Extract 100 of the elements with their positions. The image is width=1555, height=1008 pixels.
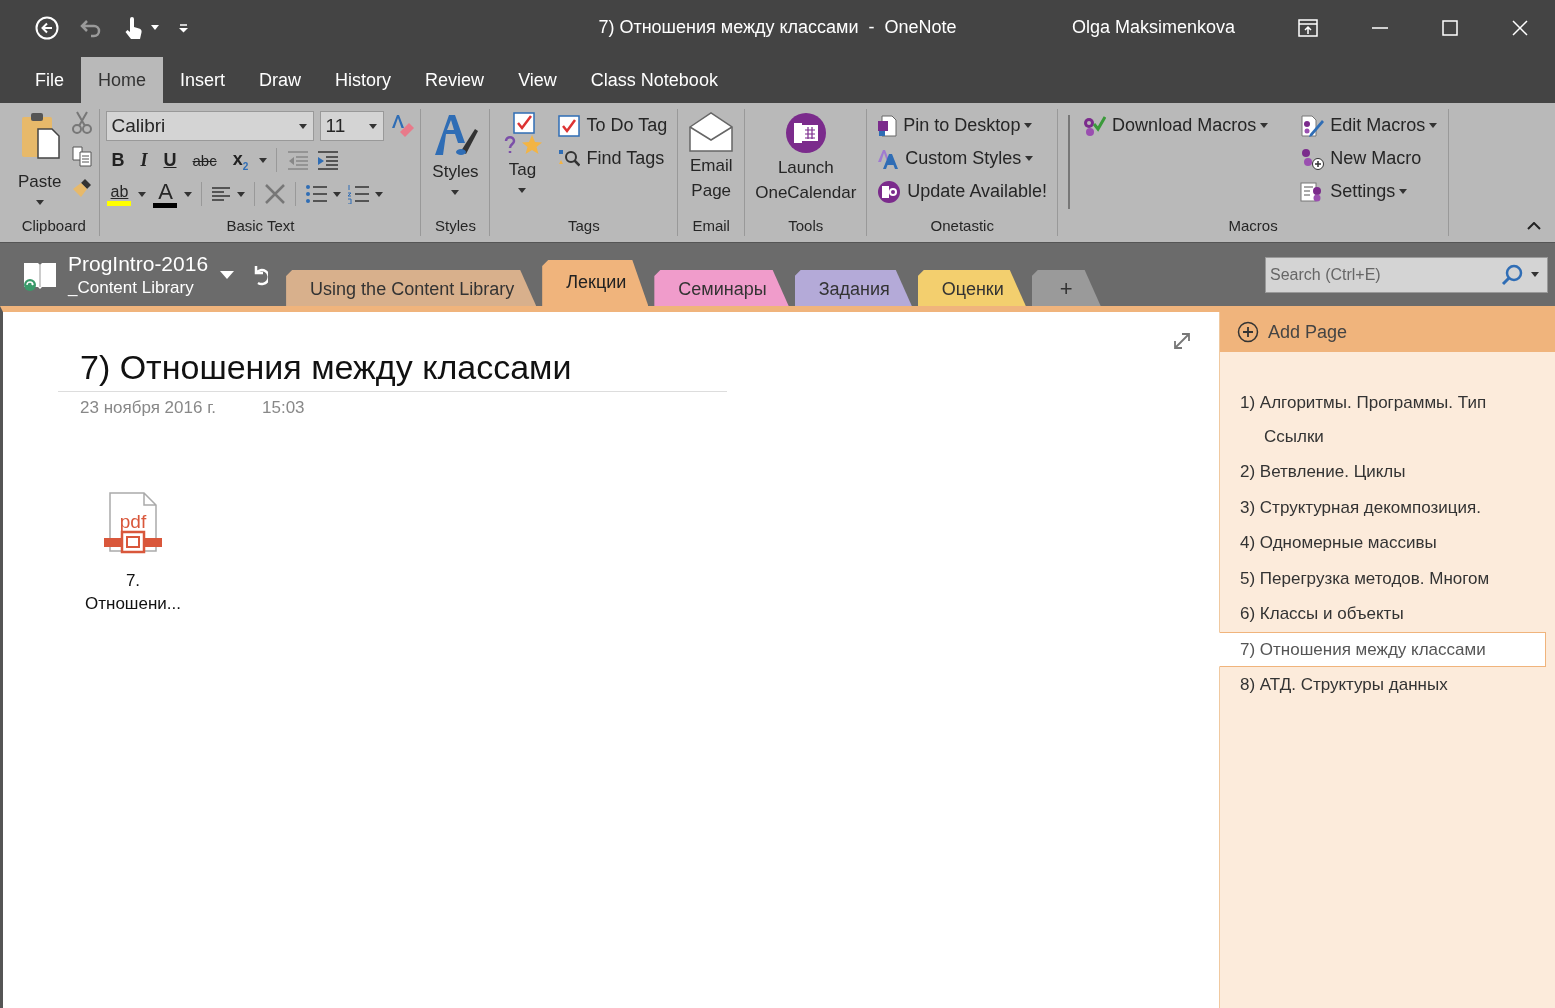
align-icon[interactable] <box>211 186 232 202</box>
customize-icon[interactable] <box>179 22 188 33</box>
caret-icon[interactable] <box>138 191 147 197</box>
section-tab[interactable]: Оценки <box>917 270 1026 306</box>
ribbon-button[interactable]: Settings <box>1296 175 1442 208</box>
ribbon-button[interactable]: Launch OneCalendar <box>751 109 861 207</box>
page-list-item[interactable]: 7) Отношения между классами <box>1219 631 1546 667</box>
menu-tab[interactable]: Class Notebook <box>573 57 735 103</box>
menu-tab[interactable]: History <box>318 57 409 103</box>
envelope-icon <box>688 111 735 153</box>
menu-tab[interactable]: Review <box>408 57 502 103</box>
ribbon-button[interactable]: Edit Macros <box>1296 109 1442 142</box>
menu-tab[interactable]: Insert <box>163 57 243 103</box>
caret-icon[interactable] <box>151 25 159 30</box>
section-tab[interactable]: Семинары <box>654 270 789 306</box>
menu-tab[interactable]: Draw <box>242 57 319 103</box>
indent-icon[interactable] <box>316 150 341 170</box>
caret-icon[interactable] <box>259 157 268 163</box>
paste-button[interactable]: Paste <box>14 109 66 217</box>
chevron-up-icon[interactable] <box>1527 222 1541 230</box>
document-icon <box>877 114 898 137</box>
ribbon-button[interactable]: Email Page <box>684 109 739 205</box>
page-list-item[interactable]: 5) Перегрузка методов. Многом <box>1219 560 1546 596</box>
page-list-item[interactable]: 3) Структурная декомпозиция. <box>1219 489 1546 525</box>
close-icon[interactable] <box>1512 19 1528 36</box>
back-icon[interactable] <box>35 15 59 40</box>
ribbon-button[interactable]: To Do Tag <box>554 109 672 142</box>
maximize-icon[interactable] <box>1442 19 1458 36</box>
numbered-list-icon[interactable] <box>347 184 370 204</box>
ribbon-button[interactable]: Update Available! <box>873 175 1052 208</box>
ribbon-button[interactable]: Styles <box>427 109 484 197</box>
add-section-tab[interactable]: + <box>1031 270 1101 306</box>
group-label: Basic Text <box>225 217 296 236</box>
italic-button[interactable]: I <box>135 149 153 171</box>
font-name-field[interactable]: Calibri <box>106 111 315 141</box>
gears-check-icon <box>1082 114 1107 137</box>
page-date: 23 ноября 2016 г. <box>80 398 216 418</box>
font-size-field[interactable]: 11 <box>320 111 385 141</box>
group-label: Tags <box>567 217 601 236</box>
expand-icon[interactable] <box>1173 332 1191 350</box>
caret-icon[interactable] <box>220 270 235 279</box>
page-list-item[interactable]: 6) Классы и объекты <box>1219 596 1546 632</box>
caret-icon[interactable] <box>299 123 308 129</box>
attachment-name[interactable]: 7. <box>125 571 141 591</box>
group-label: Styles <box>434 217 477 236</box>
brush-icon[interactable] <box>71 177 94 199</box>
gear-plus-icon <box>1300 147 1325 170</box>
underline-button[interactable]: U <box>158 149 182 171</box>
notebook-name[interactable]: ProgIntro-2016 <box>68 251 209 276</box>
subscript-button[interactable]: x$_{2}$ <box>227 148 254 172</box>
page-time: 15:03 <box>262 398 305 418</box>
section-tab[interactable]: Using the Content Library <box>286 270 537 306</box>
add-circle-icon <box>1237 321 1259 343</box>
search-box[interactable]: Search (Ctrl+E) <box>1265 256 1548 293</box>
window-title: 7) Отношения между классами - OneNote <box>598 17 957 38</box>
section-tab[interactable]: Лекции <box>542 260 649 306</box>
ribbon-button[interactable]: Download Macros <box>1078 109 1273 142</box>
caret-icon[interactable] <box>1531 272 1539 277</box>
attachment-name[interactable]: Отношени... <box>85 594 181 614</box>
ribbon-button[interactable]: Tag <box>496 109 549 195</box>
minimize-icon[interactable] <box>1372 26 1388 29</box>
menu-tab[interactable]: View <box>501 57 574 103</box>
ribbon-button[interactable]: Pin to Desktop <box>873 109 1052 142</box>
style-icon <box>877 147 900 170</box>
caret-icon[interactable] <box>333 191 342 197</box>
eraser-icon[interactable] <box>390 114 415 138</box>
page-list-item[interactable]: 1) Алгоритмы. Программы. Тип Ссылки <box>1219 385 1546 454</box>
bullet-list-icon[interactable] <box>305 184 328 204</box>
section-tab[interactable]: Задания <box>794 270 912 306</box>
caret-icon[interactable] <box>184 191 193 197</box>
bold-button[interactable]: B <box>106 149 130 171</box>
group-label: Clipboard <box>20 217 87 236</box>
ribbon-button[interactable]: New Macro <box>1296 142 1442 175</box>
strikethrough-button[interactable]: abc <box>187 151 222 169</box>
plugin-icon <box>877 179 902 204</box>
caret-icon[interactable] <box>369 123 378 129</box>
ribbon-button[interactable]: Custom Styles <box>873 142 1052 175</box>
copy-icon[interactable] <box>71 145 94 167</box>
page-pencil-icon <box>1300 114 1325 137</box>
add-page-button[interactable]: Add Page <box>1220 312 1555 352</box>
ribbon-button[interactable]: Find Tags <box>554 142 672 175</box>
highlight-button[interactable]: ab <box>106 182 133 206</box>
group-label: Tools <box>787 217 825 236</box>
undo-icon[interactable] <box>79 17 103 38</box>
back-arrow-icon[interactable] <box>252 263 269 286</box>
ribbon-display-icon[interactable] <box>1298 18 1318 37</box>
page-list-item[interactable]: 8) АТД. Структуры данных <box>1219 667 1546 703</box>
calendar-icon <box>783 111 828 155</box>
font-color-button[interactable]: A <box>152 180 179 208</box>
search-field[interactable]: Search (Ctrl+E) <box>1268 264 1493 285</box>
menu-tab[interactable]: File <box>18 57 81 103</box>
menu-tab[interactable]: Home <box>81 57 164 103</box>
caret-icon[interactable] <box>237 191 246 197</box>
page-list-item[interactable]: 2) Ветвление. Циклы <box>1219 454 1546 490</box>
caret-icon[interactable] <box>375 191 384 197</box>
notebook-subtitle[interactable]: _Content Library <box>68 277 209 298</box>
page-list-item[interactable]: 4) Одномерные массивы <box>1219 525 1546 561</box>
search-icon[interactable] <box>1501 263 1523 286</box>
page-title[interactable]: 7) Отношения между классами <box>80 348 727 387</box>
hand-icon[interactable] <box>123 15 143 40</box>
